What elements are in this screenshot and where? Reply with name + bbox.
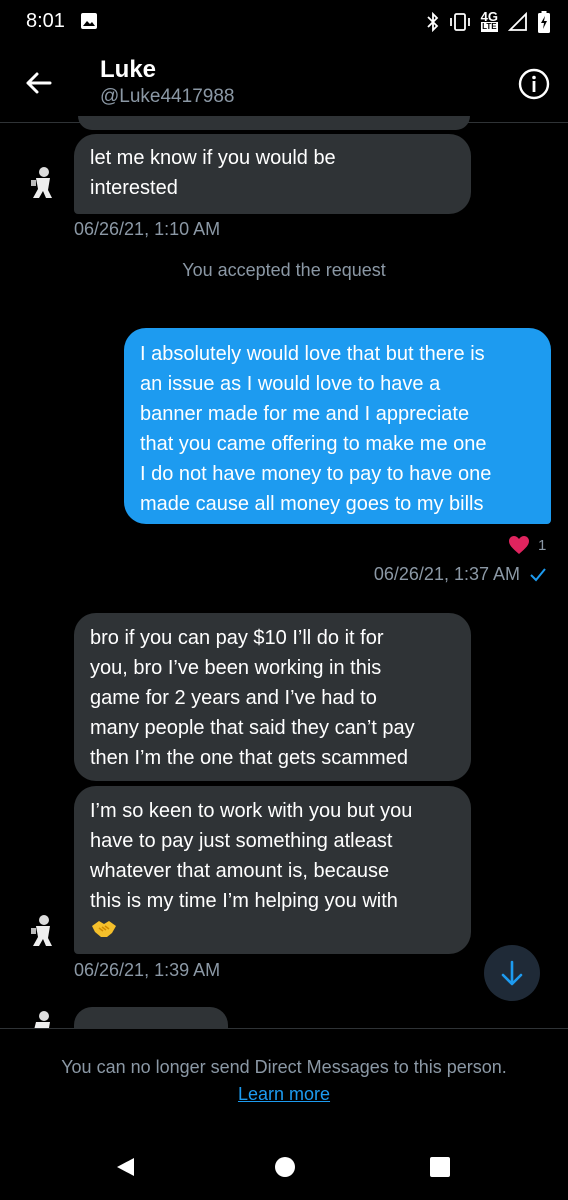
message-text: I do not have money to pay to have one <box>140 463 492 485</box>
avatar[interactable] <box>22 1006 62 1028</box>
message-text: many people that said they can’t pay <box>90 717 415 739</box>
message-text: I’m so keen to work with you but you <box>90 800 413 822</box>
partial-message-top <box>78 116 470 130</box>
back-arrow-icon[interactable] <box>22 66 56 100</box>
reaction-count: 1 <box>538 536 547 554</box>
status-time: 8:01 <box>26 10 65 32</box>
astronaut-avatar-icon <box>22 162 62 202</box>
message-text: made cause all money goes to my bills <box>140 493 484 515</box>
nav-back-icon[interactable] <box>114 1156 136 1178</box>
message-timestamp: 06/26/21, 1:37 AM <box>373 564 520 584</box>
check-icon <box>530 567 546 581</box>
scroll-down-icon <box>501 960 523 986</box>
message-text: you, bro I’ve been working in this <box>90 657 382 679</box>
system-notice: You accepted the request <box>182 260 386 280</box>
info-icon[interactable] <box>518 68 550 100</box>
dm-disabled-notice: You can no longer send Direct Messages t… <box>0 1028 568 1129</box>
system-nav-bar <box>0 1128 568 1200</box>
message-timestamp: 06/26/21, 1:39 AM <box>74 960 221 980</box>
network-indicator: 4G LTE <box>480 9 498 32</box>
partial-message-bottom <box>74 1007 228 1028</box>
message-text: this is my time I’m helping you with <box>90 890 398 912</box>
learn-more-link[interactable]: Learn more <box>0 1084 568 1105</box>
message-text: have to pay just something atleast <box>90 830 393 852</box>
message-text: game for 2 years and I’ve had to <box>90 687 377 709</box>
status-bar: 8:01 4G LTE <box>0 0 568 44</box>
message-text: interested <box>90 177 178 199</box>
nav-home-icon[interactable] <box>274 1156 296 1178</box>
vibrate-icon <box>449 13 470 31</box>
message-text: an issue as I would love to have a <box>140 373 441 395</box>
message-text: banner made for me and I appreciate <box>140 403 470 425</box>
scroll-to-bottom-button[interactable] <box>484 945 540 1001</box>
message-bubble-received[interactable]: let me know if you would be interested <box>74 134 471 214</box>
heart-icon <box>509 536 529 554</box>
message-bubble-sent[interactable]: I absolutely would love that but there i… <box>124 328 551 524</box>
reaction[interactable]: 1 <box>508 534 546 556</box>
contact-handle[interactable]: @Luke4417988 <box>100 86 234 108</box>
message-text: bro if you can pay $10 I’ll do it for <box>90 627 384 649</box>
message-text: whatever that amount is, because <box>90 860 390 882</box>
astronaut-avatar-icon <box>34 1011 50 1028</box>
battery-icon <box>538 11 550 33</box>
astronaut-avatar-icon <box>22 910 62 950</box>
message-text: let me know if you would be <box>90 147 336 169</box>
message-timestamp: 06/26/21, 1:10 AM <box>74 219 221 239</box>
bluetooth-icon <box>427 12 438 32</box>
nav-recents-icon[interactable] <box>430 1157 450 1177</box>
message-bubble-received[interactable]: I’m so keen to work with you but you hav… <box>74 786 471 954</box>
message-text: I absolutely would love that but there i… <box>140 343 485 365</box>
contact-name[interactable]: Luke <box>100 56 156 84</box>
image-icon <box>81 13 97 29</box>
handshake-icon <box>92 921 116 937</box>
avatar[interactable] <box>22 910 62 950</box>
message-text: that you came offering to make me one <box>140 433 487 455</box>
message-text: then I’m the one that gets scammed <box>90 747 408 769</box>
learn-more-label[interactable]: Learn more <box>238 1084 330 1104</box>
notice-text: You can no longer send Direct Messages t… <box>61 1057 507 1077</box>
message-bubble-received[interactable]: bro if you can pay $10 I’ll do it for yo… <box>74 613 471 781</box>
signal-icon <box>508 12 527 31</box>
avatar[interactable] <box>22 162 62 202</box>
conversation-header: Luke @Luke4417988 <box>0 44 568 123</box>
message-meta: 06/26/21, 1:37 AM <box>374 564 546 585</box>
